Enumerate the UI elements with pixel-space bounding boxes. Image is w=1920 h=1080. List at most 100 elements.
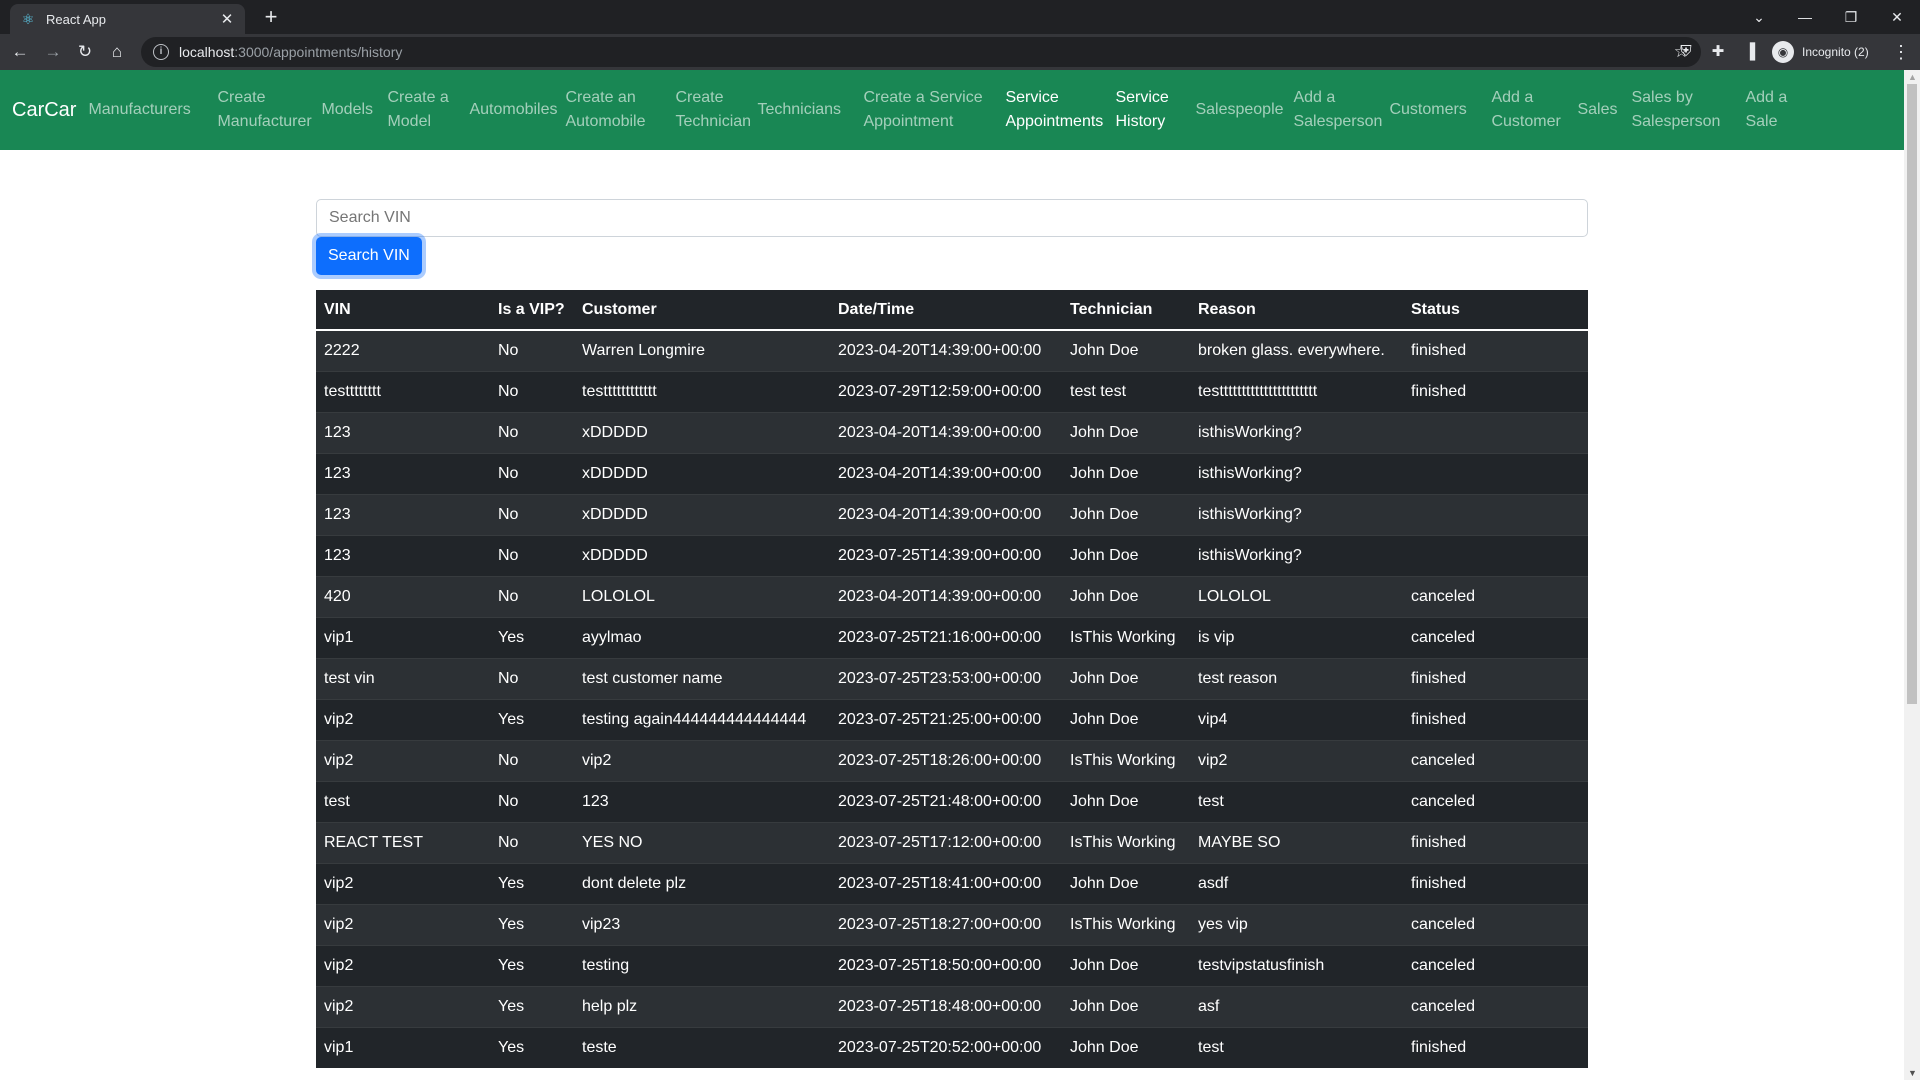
brand-link[interactable]: CarCar xyxy=(12,99,76,122)
nav-link-create-a-service-appointment[interactable]: Create a Service Appointment xyxy=(863,86,995,134)
table-cell: No xyxy=(490,657,574,699)
table-cell: 2023-07-25T21:16:00+00:00 xyxy=(830,616,1062,658)
nav-link-add-a-customer[interactable]: Add a Customer xyxy=(1491,86,1567,134)
table-cell: help plz xyxy=(574,985,830,1027)
incognito-profile-button[interactable]: ◉ Incognito (2) xyxy=(1772,40,1869,64)
search-vin-button[interactable]: Search VIN xyxy=(316,237,422,275)
scrollbar-thumb[interactable] xyxy=(1907,84,1917,704)
table-row: vip2 No vip2 2023-07-25T18:26:00+00:00 IsThi… xyxy=(316,739,1588,781)
table-cell: finished xyxy=(1403,698,1588,740)
scroll-up-icon[interactable]: ▲ xyxy=(1908,72,1917,82)
scroll-down-icon[interactable]: ▼ xyxy=(1908,1068,1917,1078)
table-cell: No xyxy=(490,452,574,494)
browser-menu-icon[interactable]: ⋮ xyxy=(1892,40,1910,64)
restore-icon[interactable]: ❐ xyxy=(1828,0,1874,34)
table-cell: LOLOLOL xyxy=(574,575,830,617)
table-cell: canceled xyxy=(1403,575,1588,617)
address-bar[interactable]: i localhost:3000/appointments/history ☆ xyxy=(141,37,1701,67)
nav-link-models[interactable]: Models xyxy=(321,98,377,122)
back-icon[interactable]: ← xyxy=(8,40,32,64)
table-cell: Yes xyxy=(490,862,574,904)
nav-link-manufacturers[interactable]: Manufacturers xyxy=(88,98,207,122)
nav-link-add-a-sale[interactable]: Add a Sale xyxy=(1745,86,1793,134)
app-navbar: CarCar Manufacturers Create Manufacturer Mo… xyxy=(0,70,1904,150)
nav-links: Manufacturers Create Manufacturer Models Cre… xyxy=(88,86,1803,134)
browser-tab[interactable]: ⚛ React App ✕ xyxy=(10,4,245,34)
nav-link-technicians[interactable]: Technicians xyxy=(757,98,853,122)
table-cell: No xyxy=(490,329,574,371)
table-row: 123 No xDDDDD 2023-04-20T14:39:00+00:00 John… xyxy=(316,452,1588,494)
search-vin-input[interactable] xyxy=(316,199,1588,237)
table-cell: John Doe xyxy=(1062,862,1190,904)
table-cell: 2023-07-25T21:48:00+00:00 xyxy=(830,780,1062,822)
table-cell: 2023-04-20T14:39:00+00:00 xyxy=(830,575,1062,617)
nav-link-sales-by-salesperson[interactable]: Sales by Salesperson xyxy=(1631,86,1735,134)
shield-extension-icon[interactable]: ⛨ xyxy=(1676,42,1696,62)
nav-link-line: Create an xyxy=(565,89,636,106)
home-icon[interactable]: ⌂ xyxy=(105,40,129,64)
nav-link-line: Salespeople xyxy=(1195,101,1284,118)
nav-link-customers[interactable]: Customers xyxy=(1389,98,1481,122)
table-cell: 2023-07-25T18:50:00+00:00 xyxy=(830,944,1062,986)
nav-link-create-manufacturer[interactable]: Create Manufacturer xyxy=(217,86,311,134)
nav-link-automobiles[interactable]: Automobiles xyxy=(469,98,557,122)
table-cell: vip23 xyxy=(574,903,830,945)
nav-link-service-history[interactable]: Service History xyxy=(1115,86,1185,134)
table-cell: YES NO xyxy=(574,821,830,863)
table-cell: testttttttt xyxy=(316,370,490,412)
table-cell: vip1 xyxy=(316,1026,490,1068)
table-cell: canceled xyxy=(1403,739,1588,781)
table-cell: canceled xyxy=(1403,944,1588,986)
table-cell: 2023-04-20T14:39:00+00:00 xyxy=(830,493,1062,535)
table-row: vip1 Yes ayylmao 2023-07-25T21:16:00+00:00 I… xyxy=(316,616,1588,658)
page-viewport: CarCar Manufacturers Create Manufacturer Mo… xyxy=(0,70,1904,1080)
table-cell: finished xyxy=(1403,821,1588,863)
close-tab-icon[interactable]: ✕ xyxy=(219,10,235,28)
table-cell: 123 xyxy=(316,452,490,494)
nav-link-line: Salesperson xyxy=(1631,113,1721,130)
table-cell: xDDDDD xyxy=(574,452,830,494)
site-info-icon[interactable]: i xyxy=(153,44,169,60)
nav-link-add-a-salesperson[interactable]: Add a Salesperson xyxy=(1293,86,1382,134)
nav-link-line: Manufacturer xyxy=(217,113,312,130)
nav-link-line: Create a xyxy=(387,89,449,106)
table-cell: isthisWorking? xyxy=(1190,411,1403,453)
table-header-row: VIN Is a VIP? Customer Date/Time Technician R… xyxy=(316,290,1588,331)
window-close-icon[interactable]: ✕ xyxy=(1874,0,1920,34)
url-host: localhost xyxy=(179,44,235,60)
table-cell: yes vip xyxy=(1190,903,1403,945)
table-cell: vip2 xyxy=(316,739,490,781)
table-row: vip2 Yes help plz 2023-07-25T18:48:00+00:00… xyxy=(316,985,1588,1027)
nav-link-service-appointments[interactable]: Service Appointments xyxy=(1005,86,1105,134)
table-cell: IsThis Working xyxy=(1062,739,1190,781)
tab-search-icon[interactable]: ⌄ xyxy=(1736,0,1782,34)
table-cell: John Doe xyxy=(1062,657,1190,699)
new-tab-icon[interactable]: + xyxy=(258,4,284,30)
table-cell: Yes xyxy=(490,985,574,1027)
nav-link-line: History xyxy=(1115,113,1166,130)
nav-link-sales[interactable]: Sales xyxy=(1577,98,1621,122)
side-panel-icon[interactable]: ▐ xyxy=(1740,42,1760,62)
nav-link-line: Manufacturers xyxy=(88,101,191,118)
browser-toolbar: ← → ↻ ⌂ i localhost:3000/appointments/hi… xyxy=(0,34,1920,70)
table-cell: 2023-04-20T14:39:00+00:00 xyxy=(830,452,1062,494)
forward-icon[interactable]: → xyxy=(41,40,65,64)
minimize-icon[interactable]: — xyxy=(1782,0,1828,34)
nav-link-create-a-model[interactable]: Create a Model xyxy=(387,86,459,134)
table-cell: 420 xyxy=(316,575,490,617)
table-cell: John Doe xyxy=(1062,698,1190,740)
reload-icon[interactable]: ↻ xyxy=(73,40,97,64)
page-scrollbar[interactable]: ▲ ▼ xyxy=(1904,70,1920,1080)
nav-link-salespeople[interactable]: Salespeople xyxy=(1195,98,1283,122)
table-cell: vip1 xyxy=(316,616,490,658)
table-row: REACT TEST No YES NO 2023-07-25T17:12:00+00… xyxy=(316,821,1588,863)
table-cell: test xyxy=(1190,1026,1403,1068)
table-cell: 2023-04-20T14:39:00+00:00 xyxy=(830,411,1062,453)
column-header: Technician xyxy=(1062,290,1190,331)
nav-link-line: Service xyxy=(1005,89,1059,106)
nav-link-create-technician[interactable]: Create Technician xyxy=(675,86,751,134)
nav-link-create-an-automobile[interactable]: Create an Automobile xyxy=(565,86,665,134)
puzzle-extensions-icon[interactable]: ✚ xyxy=(1708,42,1728,62)
table-cell: Warren Longmire xyxy=(574,329,830,371)
table-body: 2222 No Warren Longmire 2023-04-20T14:39:00… xyxy=(316,329,1588,1068)
